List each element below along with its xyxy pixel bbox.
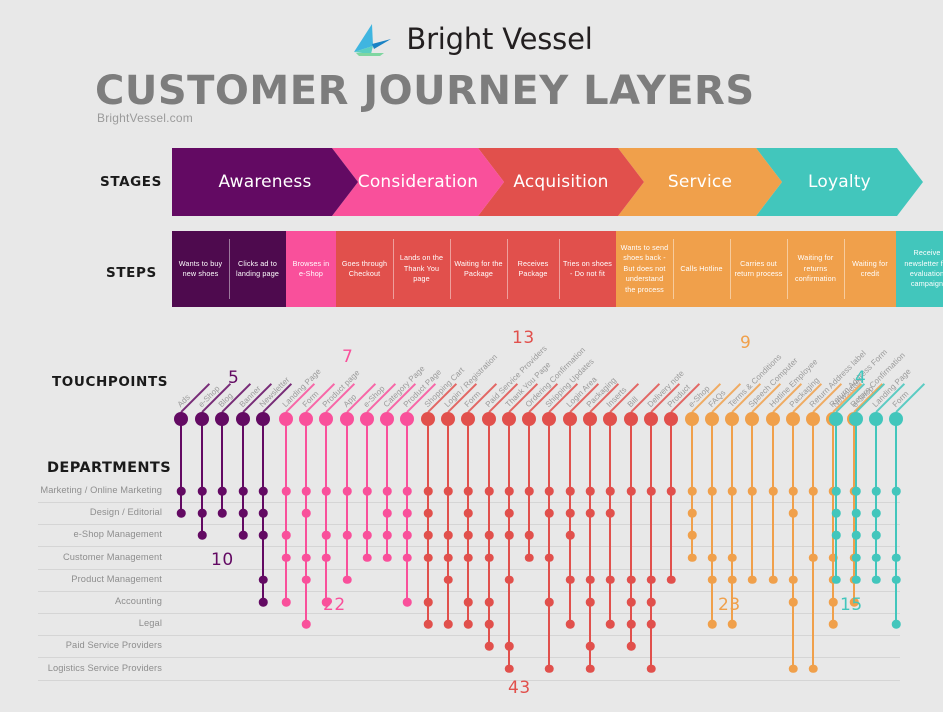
department-label: Design / Editorial	[89, 507, 162, 518]
touchpoint-counter: 7	[342, 347, 354, 367]
department-counter: 22	[323, 595, 346, 615]
step-label: Goes through Checkout	[341, 258, 388, 278]
department-label: Product Management	[71, 573, 162, 584]
touchpoint-counter: 5	[228, 368, 240, 388]
touchpoint-head-dot[interactable]	[889, 412, 903, 426]
department-dot[interactable]	[891, 619, 901, 629]
stage-label: Consideration	[357, 172, 479, 192]
department-label: Paid Service Providers	[65, 640, 162, 651]
step-cell[interactable]: Receives Package	[507, 231, 559, 307]
step-label: Waiting for credit	[852, 258, 888, 278]
department-counter: 10	[211, 550, 234, 570]
step-cell[interactable]: Waiting for the Package	[450, 231, 507, 307]
step-label: Lands on the Thank You page	[399, 253, 444, 284]
department-counter: 15	[840, 595, 863, 615]
department-dot[interactable]	[891, 553, 901, 562]
row-label-stages: STAGES	[100, 174, 162, 190]
step-cell[interactable]: Receive newsletter for evaluation campai…	[896, 231, 943, 307]
department-label: e-Shop Management	[73, 529, 162, 540]
department-label: Logistics Service Providers	[47, 662, 162, 673]
step-label: Tries on shoes - Do not fit	[563, 258, 612, 278]
department-label: Legal	[138, 618, 162, 629]
department-label: Customer Management	[62, 551, 162, 562]
touchpoint-stem	[895, 417, 897, 625]
vessel-sail-logo-icon	[354, 24, 392, 56]
steps-band: Wants to buy new shoes Clicks ad to landi…	[172, 231, 943, 307]
page-subtitle: BrightVessel.com	[97, 111, 193, 125]
step-cell[interactable]: Lands on the Thank You page	[393, 231, 450, 307]
department-dot[interactable]	[891, 575, 901, 585]
stages-band: Awareness Consideration Acquisition Service…	[172, 148, 923, 216]
stage-label: Awareness	[218, 172, 312, 192]
step-label: Carries out return process	[734, 258, 783, 278]
step-label: Wants to buy new shoes	[178, 258, 223, 278]
stage-awareness[interactable]: Awareness	[172, 148, 358, 216]
touchpoint-counter: 13	[512, 328, 535, 348]
step-label: Waiting for the Package	[454, 258, 503, 278]
step-cell[interactable]: Calls Hotline	[673, 231, 730, 307]
step-cell[interactable]: Tries on shoes - Do not fit	[559, 231, 616, 307]
touchpoints-departments-chart: Marketing / Online Marketing Design / Edi…	[0, 320, 943, 712]
step-cell[interactable]: Browses in e-Shop	[286, 231, 336, 307]
brand-header: Bright Vessel	[0, 22, 943, 56]
infographic-canvas: { "brand": { "name": "Bright Vessel", "l…	[0, 0, 943, 712]
stage-label: Loyalty	[808, 172, 871, 192]
touchpoint-counter: 9	[740, 333, 752, 353]
step-cell[interactable]: Carries out return process	[730, 231, 787, 307]
step-label: Receives Package	[517, 258, 549, 278]
step-label: Browses in e-Shop	[292, 258, 330, 278]
step-cell[interactable]: Waiting for returns confirmation	[787, 231, 844, 307]
stage-label: Service	[667, 172, 733, 192]
step-label: Receive newsletter for evaluation campai…	[904, 248, 943, 289]
department-label: Accounting	[115, 596, 162, 606]
touchpoint-column[interactable]: Form	[866, 320, 926, 712]
brand-name: Bright Vessel	[406, 22, 593, 56]
department-counter: 23	[718, 595, 741, 615]
step-cell[interactable]: Clicks ad to landing page	[229, 231, 286, 307]
row-label-steps: STEPS	[106, 265, 157, 281]
step-label: Clicks ad to landing page	[236, 258, 279, 278]
step-label: Wants to send shoes back - But does not …	[620, 242, 669, 294]
department-dot[interactable]	[891, 486, 901, 496]
step-label: Calls Hotline	[680, 263, 723, 273]
stage-label: Acquisition	[513, 172, 609, 192]
step-cell[interactable]: Waiting for credit	[844, 231, 896, 307]
page-title: CUSTOMER JOURNEY LAYERS	[95, 68, 755, 114]
department-label: Marketing / Online Marketing	[40, 485, 162, 495]
department-counter: 43	[508, 678, 531, 698]
step-label: Waiting for returns confirmation	[795, 253, 836, 284]
touchpoint-counter: 4	[855, 368, 867, 388]
step-cell[interactable]: Wants to buy new shoes	[172, 231, 229, 307]
step-cell[interactable]: Wants to send shoes back - But does not …	[616, 231, 673, 307]
step-cell[interactable]: Goes through Checkout	[336, 231, 393, 307]
